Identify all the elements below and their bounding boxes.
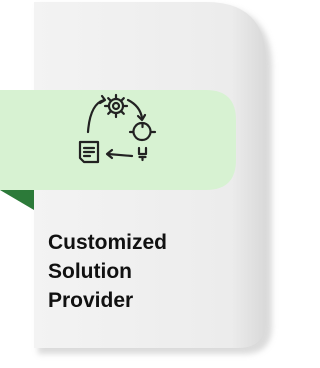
card-title-line-3: Provider [48,289,134,312]
lightbulb-icon [128,121,157,162]
document-icon [78,140,100,164]
banner-fold [0,190,34,210]
process-cycle-icon [66,86,166,186]
card-title: Customized Solution Provider [48,228,248,315]
gear-icon [103,93,129,119]
card-title-line-1: Customized [48,231,168,254]
solution-card: Customized Solution Provider [0,0,282,368]
cycle-arrows-icon [86,94,147,160]
card-title-line-2: Solution [48,260,132,283]
